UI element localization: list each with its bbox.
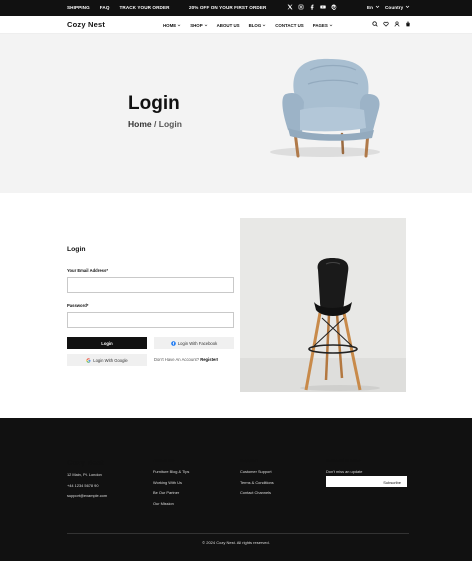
footer-link[interactable]: Furniture Blog & Tips xyxy=(153,469,189,474)
site-logo[interactable]: Cozy Nest xyxy=(67,20,105,29)
copyright: © 2024 Cozy Nest. All rights reserved. xyxy=(202,540,270,545)
footer-subscribe: Subscribe Now Don't miss an update xyxy=(326,459,362,477)
footer-divider xyxy=(67,533,409,534)
footer-email[interactable]: support@example.com xyxy=(67,493,107,498)
chevron-down-icon xyxy=(329,24,333,26)
email-field[interactable] xyxy=(67,277,234,293)
nav-pages[interactable]: PAGES xyxy=(313,23,333,28)
nav-pages-label: PAGES xyxy=(312,22,328,28)
user-icon[interactable] xyxy=(394,21,400,27)
subscribe-email-input[interactable]: Subscribe xyxy=(326,476,407,487)
track-order-link[interactable]: TRACK YOUR ORDER xyxy=(120,5,170,10)
nav-shop[interactable]: SHOP xyxy=(190,23,207,28)
chevron-down-icon xyxy=(177,24,181,26)
footer-address: 12 Main, Pt. London xyxy=(67,472,102,477)
bag-icon[interactable] xyxy=(405,21,411,27)
heart-icon[interactable] xyxy=(383,21,389,27)
footer-link[interactable]: Contact Channels xyxy=(240,490,274,495)
footer-phone[interactable]: +44 1234 5678 90 xyxy=(67,483,107,488)
register-prompt: Don't Have An Account? Register! xyxy=(154,357,218,362)
nav-about[interactable]: ABOUT US xyxy=(217,23,240,28)
page-hero xyxy=(0,34,472,193)
nav-home-label: HOME xyxy=(163,22,177,28)
topbar-links: SHIPPING FAQ TRACK YOUR ORDER xyxy=(67,5,170,10)
footer-link[interactable]: Our Mission xyxy=(153,501,189,506)
chevron-down-icon xyxy=(204,24,207,26)
stool-illustration xyxy=(240,218,406,392)
google-login-button[interactable]: Login With Google xyxy=(67,354,147,366)
footer-link[interactable]: Terms & Conditions xyxy=(240,480,274,485)
promo-text: 20% OFF ON YOUR FIRST ORDER xyxy=(189,5,267,10)
footer-link[interactable]: Customer Support xyxy=(240,469,274,474)
main-nav: HOME SHOP ABOUT US BLOG CONTACT US PAGES xyxy=(163,23,333,28)
stool-image xyxy=(240,218,406,392)
pinterest-icon[interactable] xyxy=(331,4,337,10)
footer-contact: 12 Main, Pt. London +44 1234 5678 90 sup… xyxy=(67,472,107,504)
nav-contact[interactable]: CONTACT US xyxy=(275,23,303,28)
footer-support: Support Customer Support Terms & Conditi… xyxy=(240,459,274,501)
login-heading: Login xyxy=(67,246,86,253)
email-label: Your Email Address* xyxy=(67,268,108,273)
subscribe-button[interactable]: Subscribe xyxy=(383,480,401,485)
country-selector[interactable]: Country xyxy=(385,5,410,10)
register-prompt-text: Don't Have An Account? xyxy=(154,357,200,362)
footer-about: About Us Furniture Blog & Tips Working W… xyxy=(153,459,189,511)
nav-home[interactable]: HOME xyxy=(163,23,181,28)
facebook-login-label: Login With Facebook xyxy=(177,340,218,346)
facebook-icon[interactable] xyxy=(309,4,315,10)
breadcrumb: Home / Login xyxy=(128,119,182,129)
country-value: Country xyxy=(385,4,404,10)
footer-logo[interactable]: Cozy Nest xyxy=(67,458,103,467)
announcement-bar: SHIPPING FAQ TRACK YOUR ORDER 20% OFF ON… xyxy=(0,0,472,16)
footer-link[interactable]: Working With Us xyxy=(153,480,189,485)
breadcrumb-current: Login xyxy=(158,119,182,129)
header-icons xyxy=(372,21,411,27)
footer-about-heading: About Us xyxy=(153,459,175,464)
page-title: Login xyxy=(128,93,180,114)
instagram-icon[interactable] xyxy=(298,4,304,10)
chevron-down-icon xyxy=(375,5,380,8)
breadcrumb-home[interactable]: Home xyxy=(128,119,152,129)
search-icon[interactable] xyxy=(372,21,378,27)
faq-link[interactable]: FAQ xyxy=(100,5,110,10)
x-icon[interactable] xyxy=(287,4,293,10)
nav-contact-label: CONTACT US xyxy=(275,22,304,28)
social-links xyxy=(287,4,337,10)
youtube-icon[interactable] xyxy=(320,4,326,10)
armchair-image xyxy=(270,58,380,158)
language-value: En xyxy=(367,4,374,10)
google-icon xyxy=(86,357,91,363)
google-login-label: Login With Google xyxy=(93,357,128,363)
breadcrumb-separator: / xyxy=(154,119,157,129)
nav-blog[interactable]: BLOG xyxy=(249,23,267,28)
nav-about-label: ABOUT US xyxy=(216,22,240,28)
shipping-link[interactable]: SHIPPING xyxy=(67,5,90,10)
password-field[interactable] xyxy=(67,312,234,328)
facebook-login-button[interactable]: Login With Facebook xyxy=(154,337,234,349)
login-button[interactable]: Login xyxy=(67,337,147,349)
subscribe-heading: Subscribe Now xyxy=(326,459,361,464)
facebook-icon xyxy=(171,340,176,346)
nav-blog-label: BLOG xyxy=(248,22,262,28)
site-header: Cozy Nest HOME SHOP ABOUT US BLOG CONTAC… xyxy=(0,16,472,34)
chevron-down-icon xyxy=(262,24,266,26)
footer-support-heading: Support xyxy=(240,459,259,464)
language-selector[interactable]: En xyxy=(367,5,380,10)
nav-shop-label: SHOP xyxy=(190,22,203,28)
register-link[interactable]: Register! xyxy=(200,357,218,362)
footer-link[interactable]: Be Our Partner xyxy=(153,490,189,495)
password-label: Password* xyxy=(67,303,89,308)
chevron-down-icon xyxy=(406,5,410,8)
subscribe-note: Don't miss an update xyxy=(326,469,363,474)
